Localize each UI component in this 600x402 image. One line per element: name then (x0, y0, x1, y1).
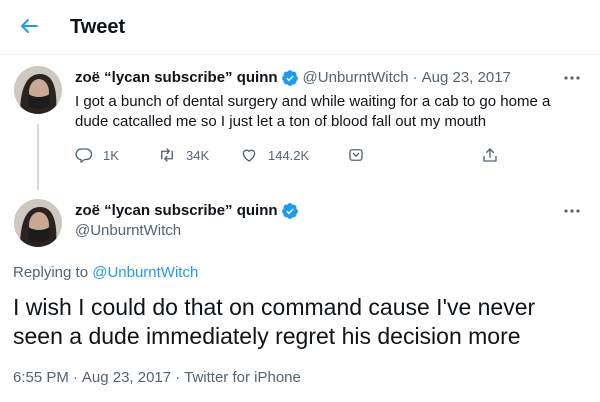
tweet-date[interactable]: Aug 23, 2017 (422, 68, 511, 88)
retweet-button[interactable]: 34K (158, 146, 209, 164)
top-header: Tweet (0, 0, 600, 55)
author-handle[interactable]: @UnburntWitch (75, 221, 181, 241)
like-button[interactable]: 144.2K (240, 146, 309, 164)
retweet-icon (161, 148, 173, 162)
author-handle[interactable]: @UnburntWitch (303, 68, 409, 88)
separator-dot: · (175, 369, 181, 386)
share-button[interactable] (481, 146, 509, 164)
tweet-actions: 1K 34K 144.2K (75, 146, 505, 168)
heart-icon (242, 149, 256, 162)
verified-badge-icon (281, 202, 299, 220)
thread-connector-line (37, 124, 39, 190)
reply-icon (75, 148, 93, 163)
tweet-time[interactable]: 6:55 PM (13, 368, 69, 388)
back-arrow-icon[interactable] (17, 14, 41, 38)
page-title: Tweet (70, 16, 126, 38)
verified-badge-icon (281, 69, 299, 87)
separator-dot: · (412, 69, 418, 86)
focused-tweet-author-row: zoë “lycan subscribe” quinn (75, 201, 303, 221)
tweet-source[interactable]: Twitter for iPhone (184, 368, 301, 388)
replying-to-handle-link[interactable]: @UnburntWitch (92, 264, 198, 281)
more-options-icon[interactable] (562, 201, 582, 221)
more-options-icon[interactable] (562, 68, 582, 88)
author-display-name[interactable]: zoë “lycan subscribe” quinn (75, 68, 278, 88)
tweet-text: I got a bunch of dental surgery and whil… (75, 93, 551, 130)
reply-count: 1K (103, 147, 119, 163)
avatar[interactable] (14, 66, 62, 114)
author-display-name[interactable]: zoë “lycan subscribe” quinn (75, 201, 278, 221)
tweet-author-row: zoë “lycan subscribe” quinn @UnburntWitc… (75, 68, 511, 88)
separator-dot: · (72, 369, 78, 386)
retweet-count: 34K (186, 147, 210, 163)
like-count: 144.2K (268, 147, 310, 163)
tweet-meta: 6:55 PM · Aug 23, 2017 · Twitter for iPh… (13, 368, 301, 388)
replying-to-line: Replying to @UnburntWitch (13, 263, 198, 283)
avatar[interactable] (14, 199, 62, 247)
focused-tweet-text: I wish I could do that on command cause … (13, 294, 536, 349)
bookmark-icon (349, 149, 363, 161)
tweet-date[interactable]: Aug 23, 2017 (82, 368, 171, 388)
replying-to-label: Replying to (13, 264, 89, 281)
reply-button[interactable]: 1K (75, 146, 119, 164)
share-icon (483, 148, 497, 162)
bookmark-button[interactable] (347, 146, 375, 164)
